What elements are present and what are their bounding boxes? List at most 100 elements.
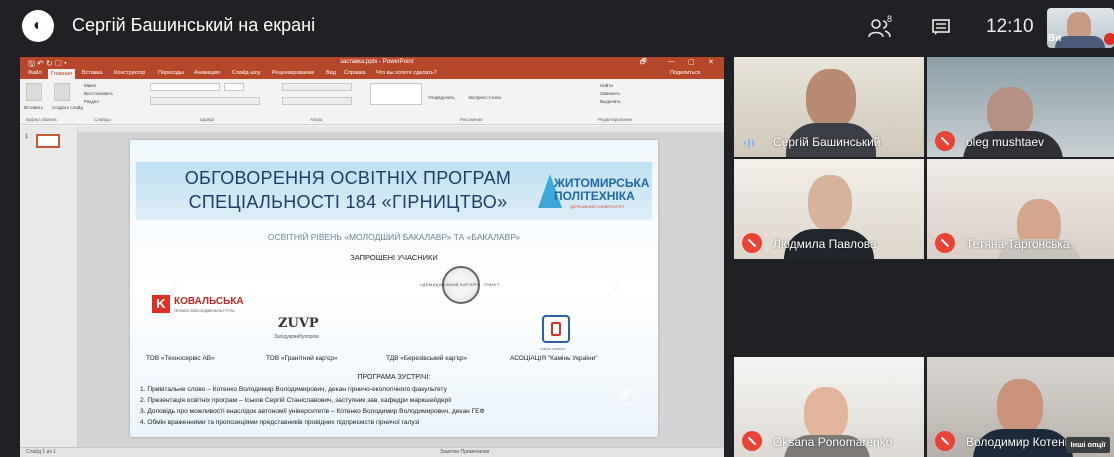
file-name: заставка.pptx - PowerPoint xyxy=(340,59,414,65)
group-clipboard: Буфер обмена xyxy=(26,117,57,122)
participant-video xyxy=(997,379,1043,435)
participant-tile[interactable]: Сергій Башинський xyxy=(734,57,924,157)
program-item: 4. Обмін враженнями та пропозиціями пред… xyxy=(140,419,420,426)
group-paragraph: Абзац xyxy=(310,117,323,122)
chat-icon[interactable] xyxy=(932,19,950,36)
kovalska-logo-name: КОВАЛЬСЬКА xyxy=(174,296,244,307)
bubble-decoration xyxy=(620,390,634,404)
participant-name: Людмила Павлова xyxy=(773,237,877,251)
paste-button[interactable]: Вставить xyxy=(24,105,43,110)
restore-icon[interactable]: 🗗 xyxy=(640,58,647,69)
paragraph-align-buttons[interactable] xyxy=(282,97,352,105)
tab-home[interactable]: Главная xyxy=(48,69,75,79)
quick-styles-button[interactable]: Экспресс-стили xyxy=(468,95,501,100)
university-logo-line-2: ПОЛІТЕХНІКА xyxy=(554,189,635,203)
tab-insert[interactable]: Вставка xyxy=(82,70,102,76)
program-item: 2. Презентація освітніх програм – Іськов… xyxy=(140,397,452,404)
maximize-icon[interactable]: ▢ xyxy=(688,58,695,66)
paragraph-list-buttons[interactable] xyxy=(282,83,352,91)
status-bar: Слайд 1 из 1 Заметки Примечания xyxy=(20,447,724,457)
program-heading: ПРОГРАМА ЗУСТРІЧІ: xyxy=(357,374,431,381)
participant-tile[interactable]: Людмила Павлова xyxy=(734,159,924,259)
tab-view[interactable]: Вид xyxy=(326,70,336,76)
presenter-avatar-icon: ◐ xyxy=(22,10,54,42)
participant-name: Володимир Котенко xyxy=(966,435,1076,449)
participant-tile[interactable]: oleg mushtaev xyxy=(927,57,1114,157)
minimize-icon[interactable]: — xyxy=(668,58,675,65)
tab-review[interactable]: Рецензирование xyxy=(272,70,314,76)
mic-off-icon xyxy=(935,233,955,253)
shapes-gallery[interactable] xyxy=(370,83,422,105)
find-button[interactable]: Найти xyxy=(600,83,613,88)
slide-title-line-2: СПЕЦІАЛЬНОСТІ 184 «ГІРНИЦТВО» xyxy=(188,192,508,212)
slide: ОБГОВОРЕННЯ ОСВІТНІХ ПРОГРАМ СПЕЦІАЛЬНОС… xyxy=(130,140,658,437)
mic-off-icon xyxy=(935,431,955,451)
partner-name: ТОВ «Техносервіс АВ» xyxy=(146,355,215,362)
share-button[interactable]: Поделиться xyxy=(670,70,700,76)
zuvp-logo: ZUVP xyxy=(278,316,319,331)
slide-subtitle: ОСВІТНІЙ РІВЕНЬ «МОЛОДШИЙ БАКАЛАВР» ТА «… xyxy=(267,232,521,242)
tab-file[interactable]: Файл xyxy=(28,70,42,76)
presentation-title: Сергій Башинський на екрані xyxy=(72,15,316,35)
kovalska-logo-sub: ПРОМИСЛОВО-БУДІВЕЛЬНА ГРУПА xyxy=(174,309,235,313)
tab-slideshow[interactable]: Слайд-шоу xyxy=(232,70,261,76)
participant-video xyxy=(987,87,1033,137)
bubble-decoration xyxy=(170,280,178,288)
powerpoint-title-bar: 🖫 ↶ ↻ ▢ ▾ заставка.pptx - PowerPoint 🗗 —… xyxy=(20,57,724,69)
participant-name: oleg mushtaev xyxy=(966,135,1045,149)
new-slide-icon[interactable] xyxy=(54,83,70,101)
reset-button[interactable]: Восстановить xyxy=(84,91,113,96)
paste-icon[interactable] xyxy=(26,83,42,101)
group-drawing: Рисование xyxy=(460,117,483,122)
thumbnail-number: 1 xyxy=(25,134,29,140)
participant-tile[interactable]: Тетяна Таргонська xyxy=(927,159,1114,259)
group-font: Шрифт xyxy=(200,117,215,122)
new-slide-button[interactable]: Создать слайд xyxy=(52,105,83,110)
participant-name: Сергій Башинський xyxy=(773,135,881,149)
university-logo-line-3: ДЕРЖАВНИЙ УНІВЕРСИТЕТ xyxy=(570,204,625,209)
kamin-ukrainy-logo-sub: КАМІНЬ УКРАЇНИ xyxy=(540,347,565,351)
slide-counter: Слайд 1 из 1 xyxy=(26,449,56,455)
bubble-decoration xyxy=(610,282,620,292)
participant-tile[interactable]: Oksana Ponomarenko xyxy=(734,357,924,457)
layout-button[interactable]: Макет xyxy=(84,83,97,88)
partner-name: ТОВ «Гранітний кар'єр» xyxy=(266,355,338,362)
replace-button[interactable]: Заменить xyxy=(600,91,620,96)
participant-video xyxy=(804,387,848,441)
top-bar: ◐ Сергій Башинський на екрані 8 12:10 Ви xyxy=(0,0,1114,54)
arrange-button[interactable]: Упорядочить xyxy=(428,95,455,100)
font-format-buttons[interactable] xyxy=(150,97,260,105)
close-icon[interactable]: ✕ xyxy=(708,58,714,66)
participant-video xyxy=(806,69,856,129)
kamin-ukrainy-logo xyxy=(542,315,570,343)
mic-off-icon xyxy=(935,131,955,151)
select-button[interactable]: Выделить xyxy=(600,99,621,104)
zuvp-logo-sub: Західукрвибухпром xyxy=(274,334,319,340)
participant-count: 8 xyxy=(887,14,893,24)
section-button[interactable]: Раздел xyxy=(84,99,99,104)
tab-help[interactable]: Справка xyxy=(344,70,366,76)
font-name-select[interactable] xyxy=(150,83,220,91)
mic-off-icon xyxy=(742,431,762,451)
slide-thumbnails-pane: 1 xyxy=(20,126,78,447)
partner-name: ТДВ «Березівський кар'єр» xyxy=(386,355,468,362)
tab-transitions[interactable]: Переходы xyxy=(158,70,184,76)
meet-window: ◐ Сергій Башинський на екрані 8 12:10 Ви… xyxy=(0,0,1114,457)
tab-design[interactable]: Конструктор xyxy=(114,70,145,76)
group-editing: Редактирование xyxy=(598,117,633,122)
ribbon: Вставить Создать слайд Макет Восстановит… xyxy=(20,79,724,125)
partner-name: АСОЦІАЦІЯ "Камінь України" xyxy=(510,355,598,362)
notes-button[interactable]: Заметки Примечания xyxy=(440,449,489,455)
clock: 12:10 xyxy=(986,16,1034,37)
font-size-select[interactable] xyxy=(224,83,244,91)
shared-screen: 🖫 ↶ ↻ ▢ ▾ заставка.pptx - PowerPoint 🗗 —… xyxy=(20,57,724,457)
group-slides: Слайды xyxy=(94,117,111,122)
invited-heading: ЗАПРОШЕНІ УЧАСНИКИ xyxy=(350,253,438,262)
tell-me-search[interactable]: Что вы хотите сделать? xyxy=(376,70,437,76)
more-options-button[interactable]: Інші опції xyxy=(1066,437,1110,453)
slide-thumbnail[interactable] xyxy=(36,134,60,148)
kovalska-logo-icon: K xyxy=(152,295,170,313)
participant-name: Тетяна Таргонська xyxy=(966,237,1070,251)
tab-animations[interactable]: Анимация xyxy=(194,70,220,76)
seal-logo-text: «ДЕМИДІВСЬКИЙ КАР'ЄР» · ГРАНІТ xyxy=(420,283,500,287)
